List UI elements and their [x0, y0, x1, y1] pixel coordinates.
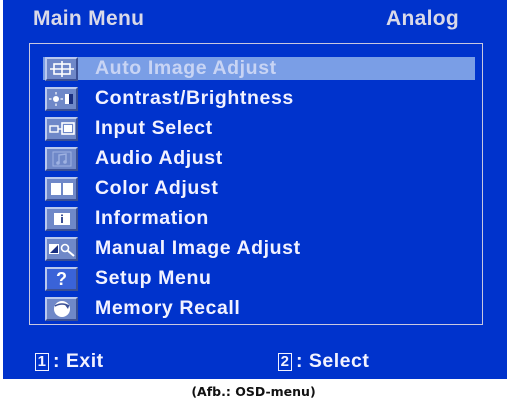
menu-item-label: Contrast/Brightness: [95, 87, 294, 109]
select-hint[interactable]: 2 : Select: [278, 350, 369, 373]
menu-item-label: Auto Image Adjust: [95, 57, 277, 79]
menu-title: Main Menu: [33, 7, 145, 30]
menu-item-setup-menu[interactable]: ? Setup Menu: [43, 266, 475, 296]
menu-item-manual-image-adjust[interactable]: Manual Image Adjust: [43, 236, 475, 266]
exit-key-badge: 1: [35, 352, 49, 371]
menu-item-label: Audio Adjust: [95, 147, 223, 169]
input-select-icon: [45, 117, 78, 141]
select-label: : Select: [296, 350, 370, 372]
osd-footer: 1 : Exit 2 : Select: [3, 330, 507, 378]
audio-icon: [45, 147, 78, 171]
exit-hint[interactable]: 1 : Exit: [35, 350, 104, 373]
menu-panel: Auto Image Adjust Contrast/Brightness In…: [29, 43, 483, 325]
info-icon: [45, 207, 78, 231]
menu-item-label: Input Select: [95, 117, 213, 139]
memory-recall-icon: [45, 297, 78, 321]
osd-header: Main Menu Analog: [3, 0, 507, 40]
menu-item-input-select[interactable]: Input Select: [43, 116, 475, 146]
menu-item-color-adjust[interactable]: Color Adjust: [43, 176, 475, 206]
figure-caption: (Afb.: OSD-menu): [191, 384, 316, 399]
menu-item-label: Color Adjust: [95, 177, 219, 199]
contrast-brightness-icon: [45, 87, 78, 111]
menu-item-information[interactable]: Information: [43, 206, 475, 236]
menu-item-auto-image-adjust[interactable]: Auto Image Adjust: [43, 56, 475, 86]
menu-item-contrast-brightness[interactable]: Contrast/Brightness: [43, 86, 475, 116]
manual-adjust-icon: [45, 237, 78, 261]
menu-item-label: Information: [95, 207, 209, 229]
menu-list: Auto Image Adjust Contrast/Brightness In…: [43, 56, 475, 326]
menu-item-label: Manual Image Adjust: [95, 237, 301, 259]
select-key-badge: 2: [278, 352, 292, 371]
color-adjust-icon: [45, 177, 78, 201]
menu-item-memory-recall[interactable]: Memory Recall: [43, 296, 475, 326]
input-source-label: Analog: [386, 7, 459, 30]
menu-item-label: Memory Recall: [95, 297, 241, 319]
menu-item-audio-adjust[interactable]: Audio Adjust: [43, 146, 475, 176]
osd-menu: Main Menu Analog Auto Image Adjust Contr…: [3, 0, 507, 379]
setup-icon: ?: [45, 267, 78, 291]
menu-item-label: Setup Menu: [95, 267, 212, 289]
exit-label: : Exit: [53, 350, 104, 372]
auto-adjust-icon: [45, 57, 78, 81]
